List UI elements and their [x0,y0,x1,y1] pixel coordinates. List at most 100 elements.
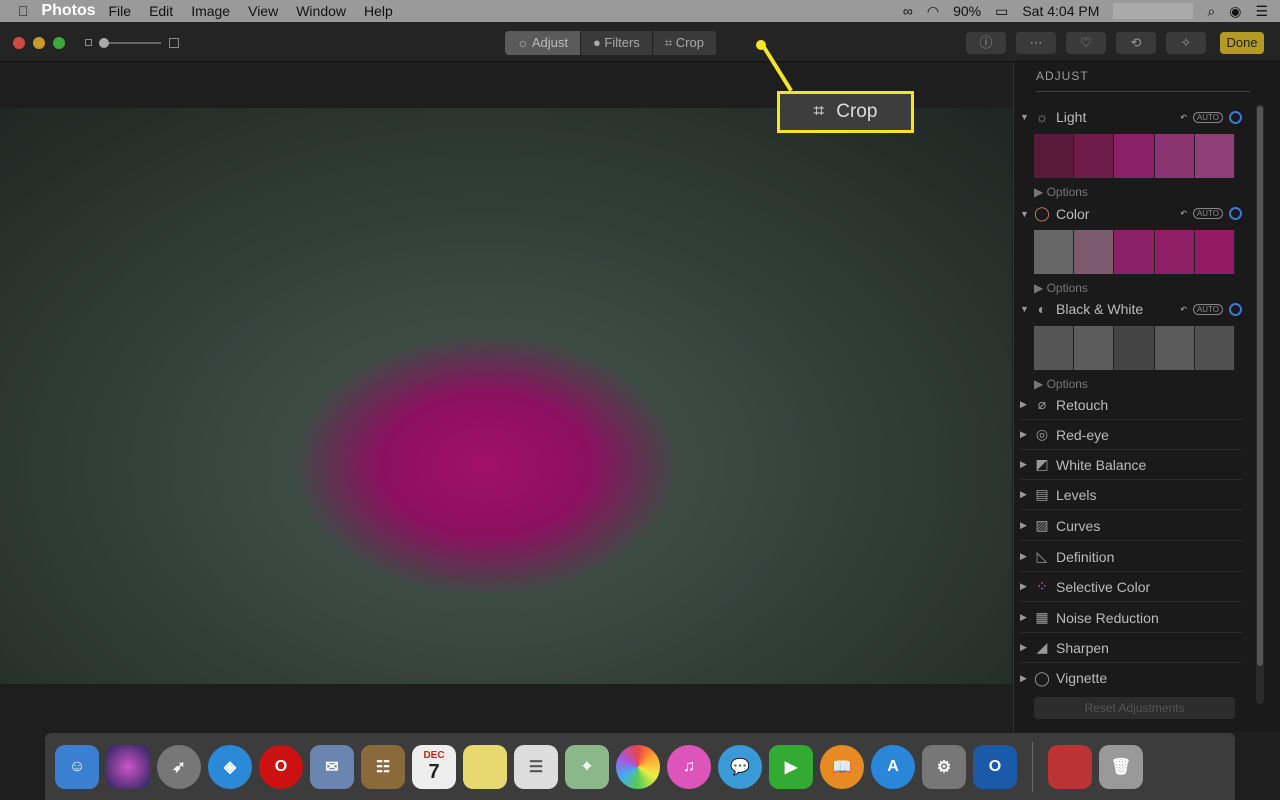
dock-preview[interactable] [1048,744,1092,789]
disclosure-triangle-icon[interactable]: ▼ [1020,209,1034,219]
zoom-button[interactable] [53,37,65,49]
crop-icon: ⌗ [813,101,825,122]
dock-itunes[interactable]: ♫ [667,744,711,789]
dock-notes[interactable] [463,744,507,789]
bw-thumbnail-slider[interactable] [1034,326,1236,370]
color-options[interactable]: ▶ Options [1034,281,1088,295]
dock-app-store[interactable]: A [871,744,915,789]
info-icon: ⓘ [979,35,993,50]
favorite-button[interactable]: ♡ [1066,32,1106,54]
section-black-white[interactable]: ▼ ◐ Black & White ↶ AUTO [1020,301,1242,317]
dock-messages[interactable]: 💬 [718,744,762,789]
dock-contacts[interactable]: ☷ [361,744,405,789]
item-selective-color[interactable]: ▶ ⁘ Selective Color [1020,572,1242,602]
light-thumbnail-slider[interactable] [1034,134,1236,178]
enable-toggle[interactable] [1229,110,1242,124]
disclosure-triangle-icon[interactable]: ▼ [1020,304,1034,314]
photo-canvas[interactable] [0,108,1012,684]
zoom-slider[interactable] [85,37,180,49]
rotate-button[interactable]: ⟲ [1116,32,1156,54]
dock-books[interactable]: 📖 [820,744,864,789]
item-retouch[interactable]: ▶ ⌀ Retouch [1020,390,1242,420]
dock-siri[interactable] [106,744,150,789]
clock[interactable]: Sat 4:04 PM [1022,3,1099,19]
creative-cloud-icon[interactable]: ∞ [903,3,913,19]
disclosure-triangle-icon[interactable]: ▼ [1020,112,1034,122]
sun-icon: ☼ [1035,109,1049,125]
item-definition[interactable]: ▶ ◺ Definition [1020,542,1242,572]
slider-knob[interactable] [99,38,109,48]
minimize-button[interactable] [33,37,45,49]
more-icon: ⋯ [1029,35,1043,50]
tab-crop[interactable]: ⌗ Crop [653,31,717,55]
battery-icon[interactable]: ▭ [995,3,1008,20]
dock-maps[interactable]: ⌖ [565,744,609,789]
battery-percent[interactable]: 90% [953,3,981,19]
disclosure-triangle-icon: ▶ [1034,281,1047,295]
close-button[interactable] [13,37,25,49]
menu-edit[interactable]: Edit [149,3,173,19]
dock-finder[interactable]: ☺ [55,744,99,789]
auto-button[interactable]: AUTO [1192,303,1223,315]
magic-wand-icon: ✧ [1180,35,1192,50]
menu-file[interactable]: File [109,3,132,19]
more-button[interactable]: ⋯ [1016,32,1056,54]
curves-icon: ▨ [1035,517,1049,533]
auto-button[interactable]: AUTO [1192,111,1223,123]
wifi-icon[interactable]: ◠ [927,3,939,20]
info-button[interactable]: ⓘ [966,32,1006,54]
section-color[interactable]: ▼ ◯ Color ↶ AUTO [1020,205,1242,222]
small-photo-icon [85,39,92,46]
reset-adjustments-button[interactable]: Reset Adjustments [1034,697,1235,719]
menu-view[interactable]: View [248,3,278,19]
dock-opera[interactable]: O [259,744,303,789]
revert-icon[interactable]: ↶ [1180,305,1187,314]
revert-icon[interactable]: ↶ [1180,113,1187,122]
item-red-eye[interactable]: ▶ ◎ Red-eye [1020,420,1242,450]
filters-icon: ● [592,35,605,50]
dock-photos[interactable] [616,744,660,789]
bandage-icon: ⌀ [1037,396,1047,412]
light-options[interactable]: ▶ Options [1034,185,1088,199]
enable-toggle[interactable] [1229,302,1242,316]
notification-center-icon[interactable]: ☰ [1255,3,1268,20]
dock-calendar[interactable]: DEC 7 [412,744,456,789]
color-thumbnail-slider[interactable] [1034,230,1236,274]
heart-icon: ♡ [1080,35,1092,50]
dock-mail[interactable]: ✉ [310,744,354,789]
menu-image[interactable]: Image [191,3,230,19]
divider [1036,91,1250,92]
edit-mode-tabs: ☼ Adjust ● Filters ⌗ Crop [505,31,717,55]
dock-system-preferences[interactable]: ⚙ [922,744,966,789]
sidebar-scrollbar[interactable] [1256,104,1264,704]
apple-menu-icon[interactable]:  [18,3,29,19]
spotlight-icon[interactable]: ⌕ [1207,3,1215,20]
definition-icon: ◺ [1036,548,1048,564]
selective-color-icon: ⁘ [1036,578,1048,594]
dock-outlook[interactable]: O [973,744,1017,789]
item-levels[interactable]: ▶ ▤ Levels [1020,480,1242,510]
dock-reminders[interactable]: ☰ [514,744,558,789]
siri-icon[interactable]: ◉ [1229,3,1241,20]
enhance-button[interactable]: ✧ [1166,32,1206,54]
item-white-balance[interactable]: ▶ ◩ White Balance [1020,450,1242,480]
tab-filters[interactable]: ● Filters [581,31,653,55]
dock-safari[interactable]: ◈ [208,744,252,789]
bw-options[interactable]: ▶ Options [1034,377,1088,391]
dock-facetime[interactable]: ▶ [769,744,813,789]
item-vignette[interactable]: ▶ ◯ Vignette [1020,663,1242,693]
tab-adjust[interactable]: ☼ Adjust [505,31,581,55]
item-noise-reduction[interactable]: ▶ ▦ Noise Reduction [1020,603,1242,633]
levels-icon: ▤ [1035,486,1049,502]
enable-toggle[interactable] [1229,207,1242,220]
done-button[interactable]: Done [1220,32,1264,54]
menu-window[interactable]: Window [296,3,346,19]
section-light[interactable]: ▼ ☼ Light ↶ AUTO [1020,109,1242,125]
dock-launchpad[interactable]: ➶ [157,744,201,789]
item-curves[interactable]: ▶ ▨ Curves [1020,511,1242,541]
item-sharpen[interactable]: ▶ ◢ Sharpen [1020,633,1242,663]
dock-trash[interactable]: 🗑 [1099,744,1143,789]
auto-button[interactable]: AUTO [1192,208,1223,219]
menu-help[interactable]: Help [364,3,393,19]
revert-icon[interactable]: ↶ [1180,209,1187,218]
